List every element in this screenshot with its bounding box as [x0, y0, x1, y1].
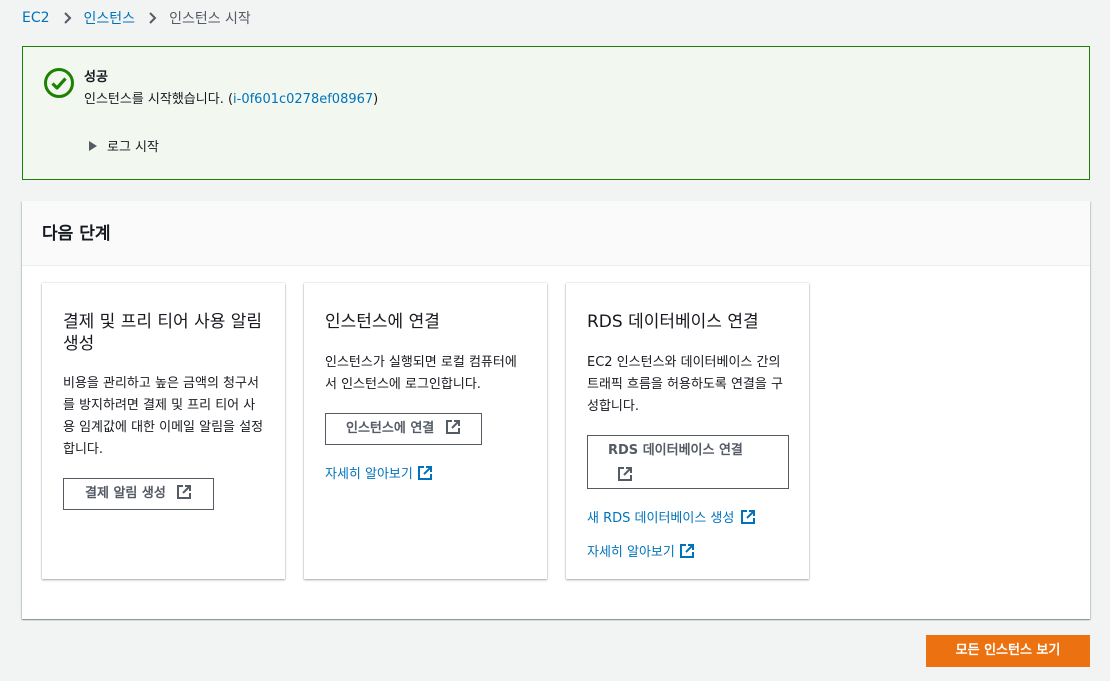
connect-rds-button[interactable]: RDS 데이터베이스 연결 — [587, 435, 789, 489]
external-link-icon — [617, 466, 633, 482]
launch-log-toggle[interactable]: 로그 시작 — [89, 136, 159, 155]
external-link-icon — [176, 484, 192, 500]
external-link-icon — [740, 509, 756, 525]
connect-rds-label: RDS 데이터베이스 연결 — [608, 443, 743, 458]
connect-instance-card: 인스턴스에 연결 인스턴스가 실행되면 로컬 컴퓨터에서 인스턴스에 로그인합니… — [304, 283, 547, 579]
alert-message-prefix: 인스턴스를 시작했습니다. ( — [84, 92, 234, 107]
external-link-icon — [417, 465, 433, 481]
create-billing-alert-button[interactable]: 결제 알림 생성 — [63, 478, 215, 510]
create-billing-alert-label: 결제 알림 생성 — [85, 486, 166, 501]
create-rds-label: 새 RDS 데이터베이스 생성 — [587, 511, 735, 526]
panel-header: 다음 단계 — [22, 201, 1090, 266]
instance-id-link[interactable]: i-0f601c0278ef08967 — [233, 92, 373, 107]
caret-right-icon — [89, 140, 97, 151]
card-description: 인스턴스가 실행되면 로컬 컴퓨터에서 인스턴스에 로그인합니다. — [325, 355, 517, 392]
create-rds-link[interactable]: 새 RDS 데이터베이스 생성 — [587, 507, 789, 526]
alert-message: 인스턴스를 시작했습니다. (i-0f601c0278ef08967) — [84, 88, 378, 107]
breadcrumb-current: 인스턴스 시작 — [169, 11, 251, 27]
learn-more-link[interactable]: 자세히 알아보기 — [325, 463, 527, 482]
panel-title: 다음 단계 — [42, 224, 111, 244]
billing-alert-card: 결제 및 프리 티어 사용 알림 생성 비용을 관리하고 높은 금액의 청구서를… — [42, 283, 285, 579]
success-alert: 성공 인스턴스를 시작했습니다. (i-0f601c0278ef08967) 로… — [22, 46, 1090, 180]
breadcrumb-ec2[interactable]: EC2 — [22, 10, 50, 26]
alert-message-suffix: ) — [373, 92, 379, 107]
external-link-icon — [445, 419, 461, 435]
card-title: 인스턴스에 연결 — [325, 312, 440, 332]
card-title: RDS 데이터베이스 연결 — [587, 312, 759, 332]
learn-more-label: 자세히 알아보기 — [325, 467, 413, 482]
learn-more-link[interactable]: 자세히 알아보기 — [587, 541, 789, 560]
view-all-instances-button[interactable]: 모든 인스턴스 보기 — [926, 635, 1090, 667]
card-description: 비용을 관리하고 높은 금액의 청구서를 방지하려면 결제 및 프리 티어 사용… — [63, 376, 264, 457]
chevron-right-icon — [141, 8, 163, 28]
launch-log-label: 로그 시작 — [107, 140, 159, 155]
connect-instance-label: 인스턴스에 연결 — [346, 421, 435, 436]
external-link-icon — [679, 543, 695, 559]
learn-more-label: 자세히 알아보기 — [587, 545, 675, 560]
rds-connect-card: RDS 데이터베이스 연결 EC2 인스턴스와 데이터베이스 간의 트래픽 흐름… — [566, 283, 809, 579]
card-description: EC2 인스턴스와 데이터베이스 간의 트래픽 흐름을 허용하도록 연결을 구성… — [587, 355, 783, 414]
breadcrumb-instances[interactable]: 인스턴스 — [84, 8, 136, 28]
connect-instance-button[interactable]: 인스턴스에 연결 — [325, 413, 482, 445]
card-title: 결제 및 프리 티어 사용 알림 생성 — [63, 312, 263, 354]
alert-title: 성공 — [84, 70, 108, 85]
chevron-right-icon — [56, 8, 78, 28]
check-circle-icon — [43, 67, 75, 99]
next-steps-panel: 다음 단계 결제 및 프리 티어 사용 알림 생성 비용을 관리하고 높은 금액… — [22, 201, 1090, 619]
breadcrumb: EC2 인스턴스 인스턴스 시작 — [22, 8, 251, 28]
